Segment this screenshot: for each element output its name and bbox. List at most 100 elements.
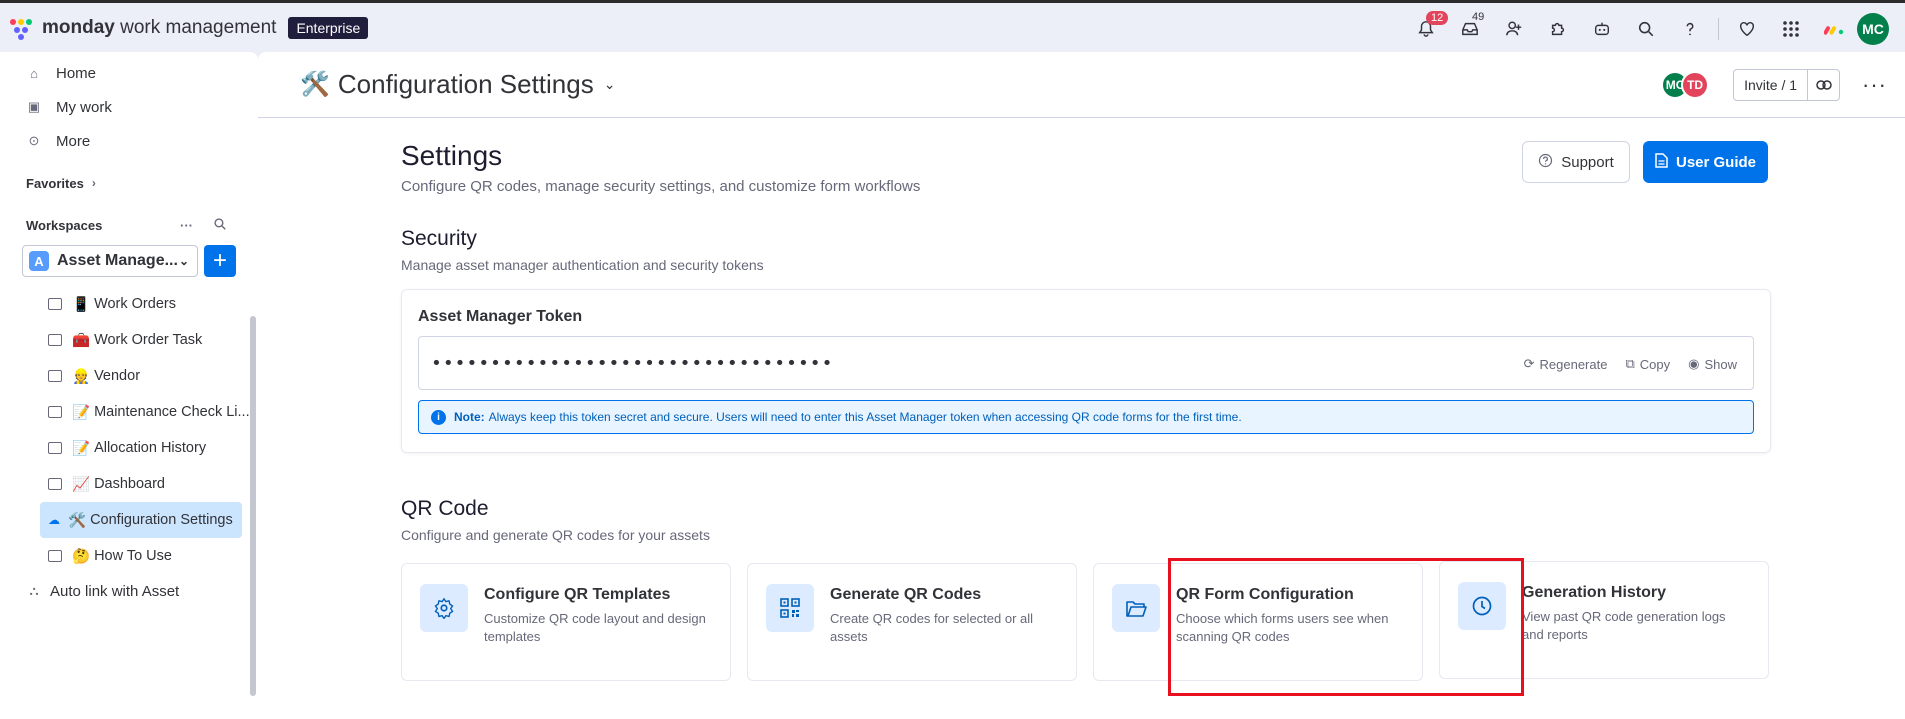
- copy-label: Copy: [1639, 356, 1671, 372]
- ai-assistant-icon[interactable]: [1580, 7, 1624, 51]
- user-guide-button[interactable]: User Guide: [1643, 141, 1768, 183]
- chevron-down-icon: ⌄: [178, 254, 189, 268]
- more-circle-icon: ⊙: [28, 133, 40, 148]
- board-item-work-order-task[interactable]: 🧰 Work Order Task: [0, 322, 258, 358]
- chevron-down-icon[interactable]: ⌄: [604, 76, 616, 93]
- board-icon: [48, 370, 62, 382]
- monday-product-icon[interactable]: [1813, 7, 1857, 51]
- sidebar-item-label: More: [56, 132, 91, 150]
- qr-cards: Configure QR Templates Customize QR code…: [401, 561, 1771, 681]
- dashboard-icon: [48, 478, 62, 490]
- home-icon: ⌂: [30, 65, 38, 81]
- workspace-name: Asset Manage...: [57, 252, 178, 269]
- security-subtitle: Manage asset manager authentication and …: [401, 257, 764, 273]
- sidebar-scrollbar[interactable]: [250, 316, 256, 696]
- apps-grid-icon[interactable]: [1769, 7, 1813, 51]
- board-title[interactable]: Configuration Settings: [338, 69, 594, 100]
- board-emoji: 🤔: [72, 548, 91, 565]
- notifications-bell-icon[interactable]: 12: [1404, 7, 1449, 51]
- settings-content: Settings Configure QR codes, manage secu…: [401, 118, 1771, 681]
- app-cloud-icon: ☁: [48, 513, 60, 527]
- apps-puzzle-icon[interactable]: [1536, 7, 1580, 51]
- automation-icon: ⛬: [29, 583, 39, 598]
- board-item-allocation-history[interactable]: 📝 Allocation History: [0, 430, 258, 466]
- token-field[interactable]: •••••••••••••••••••••••••••••••••• ⟳ Rege…: [418, 336, 1754, 390]
- doc-icon: [48, 550, 62, 562]
- board-label: Work Orders: [94, 296, 176, 312]
- board-label: Work Order Task: [94, 332, 203, 348]
- workspaces-label: Workspaces: [26, 217, 103, 233]
- more-options-icon[interactable]: ···: [1862, 72, 1887, 98]
- board-item-dashboard[interactable]: 📈 Dashboard: [0, 466, 258, 502]
- regenerate-button[interactable]: ⟳ Regenerate: [1524, 356, 1608, 372]
- workspace-search-icon[interactable]: [213, 217, 227, 234]
- card-description: Create QR codes for selected or all asse…: [830, 611, 1034, 644]
- board-item-work-orders[interactable]: 📱 Work Orders: [0, 286, 258, 322]
- plan-badge: Enterprise: [288, 16, 369, 39]
- board-emoji: 📱: [72, 296, 91, 313]
- left-sidebar: ⌂ Home ▣ My work ⊙ More Favorites › Work…: [0, 52, 258, 719]
- board-emoji: 🛠️: [68, 512, 87, 529]
- highlight-box: [1168, 558, 1524, 696]
- card-description: Customize QR code layout and design temp…: [484, 611, 706, 644]
- board-label: Vendor: [94, 368, 141, 384]
- sidebar-item-label: My work: [56, 98, 112, 116]
- search-icon[interactable]: [1624, 7, 1668, 51]
- help-circle-icon: [1538, 153, 1553, 172]
- document-icon: [1655, 152, 1668, 172]
- card-description: View past QR code generation logs and re…: [1522, 609, 1726, 642]
- board-label: Configuration Settings: [90, 512, 233, 528]
- board-label: Dashboard: [94, 476, 165, 492]
- eye-icon: ◉: [1688, 356, 1700, 371]
- inbox-icon[interactable]: 49: [1448, 7, 1492, 51]
- qr-code-subtitle: Configure and generate QR codes for your…: [401, 527, 710, 543]
- user-guide-label: User Guide: [1675, 153, 1757, 171]
- marketplace-heart-icon[interactable]: [1725, 7, 1769, 51]
- help-icon[interactable]: [1668, 7, 1712, 51]
- generate-qr-codes-card[interactable]: Generate QR Codes Create QR codes for se…: [747, 563, 1077, 681]
- sidebar-item-label: Home: [56, 64, 97, 82]
- board-emoji: 📈: [72, 476, 91, 493]
- sidebar-item-label: Auto link with Asset: [50, 582, 180, 600]
- sidebar-item-my-work[interactable]: ▣ My work: [0, 90, 258, 124]
- member-avatar[interactable]: TD: [1681, 71, 1710, 99]
- card-title: Generate QR Codes: [830, 586, 982, 603]
- security-title: Security: [401, 227, 477, 250]
- board-item-how-to-use[interactable]: 🤔 How To Use: [0, 538, 258, 574]
- configure-qr-templates-card[interactable]: Configure QR Templates Customize QR code…: [401, 563, 731, 681]
- main-panel: 🛠️ Configuration Settings ⌄ MC TD Invite…: [258, 52, 1905, 719]
- user-avatar[interactable]: MC: [1857, 13, 1889, 45]
- invite-button[interactable]: Invite / 1: [1733, 69, 1841, 101]
- show-button[interactable]: ◉ Show: [1688, 356, 1737, 372]
- add-item-button[interactable]: +: [204, 245, 236, 277]
- notifications-badge: 12: [1426, 11, 1449, 25]
- workspace-selector[interactable]: A Asset Manage... ⌄: [22, 245, 198, 277]
- invite-label: Invite / 1: [1744, 77, 1798, 93]
- favorites-section[interactable]: Favorites ›: [0, 166, 258, 200]
- monday-logo[interactable]: monday work management Enterprise: [8, 16, 369, 40]
- sidebar-item-auto-link[interactable]: ⛬ Auto link with Asset: [0, 574, 258, 608]
- board-label: How To Use: [94, 548, 172, 564]
- board-emoji: 📝: [72, 440, 91, 457]
- board-item-configuration-settings[interactable]: ☁ 🛠️ Configuration Settings: [40, 502, 242, 538]
- chevron-right-icon: ›: [91, 176, 96, 190]
- calendar-check-icon: ▣: [27, 99, 41, 114]
- copy-button[interactable]: ⧉ Copy: [1625, 356, 1670, 372]
- sidebar-item-home[interactable]: ⌂ Home: [0, 56, 258, 90]
- invite-members-icon[interactable]: [1492, 7, 1536, 51]
- workspaces-section: Workspaces ···: [0, 208, 258, 242]
- workspace-avatar: A: [29, 251, 49, 271]
- copy-icon: ⧉: [1625, 356, 1635, 371]
- topbar-divider: [1718, 18, 1719, 40]
- board-item-vendor[interactable]: 👷 Vendor: [0, 358, 258, 394]
- info-icon: i: [431, 409, 446, 425]
- token-note: i Note: Always keep this token secret an…: [418, 400, 1754, 434]
- workspace-options-icon[interactable]: ···: [180, 218, 193, 233]
- board-icon: [48, 442, 62, 454]
- inbox-count: 49: [1472, 11, 1485, 23]
- board-item-maintenance[interactable]: 📝 Maintenance Check Li...: [0, 394, 258, 430]
- board-emoji: 👷: [72, 368, 91, 385]
- support-button[interactable]: Support: [1522, 141, 1630, 183]
- copy-link-icon[interactable]: [1807, 70, 1839, 100]
- sidebar-item-more[interactable]: ⊙ More: [0, 124, 258, 158]
